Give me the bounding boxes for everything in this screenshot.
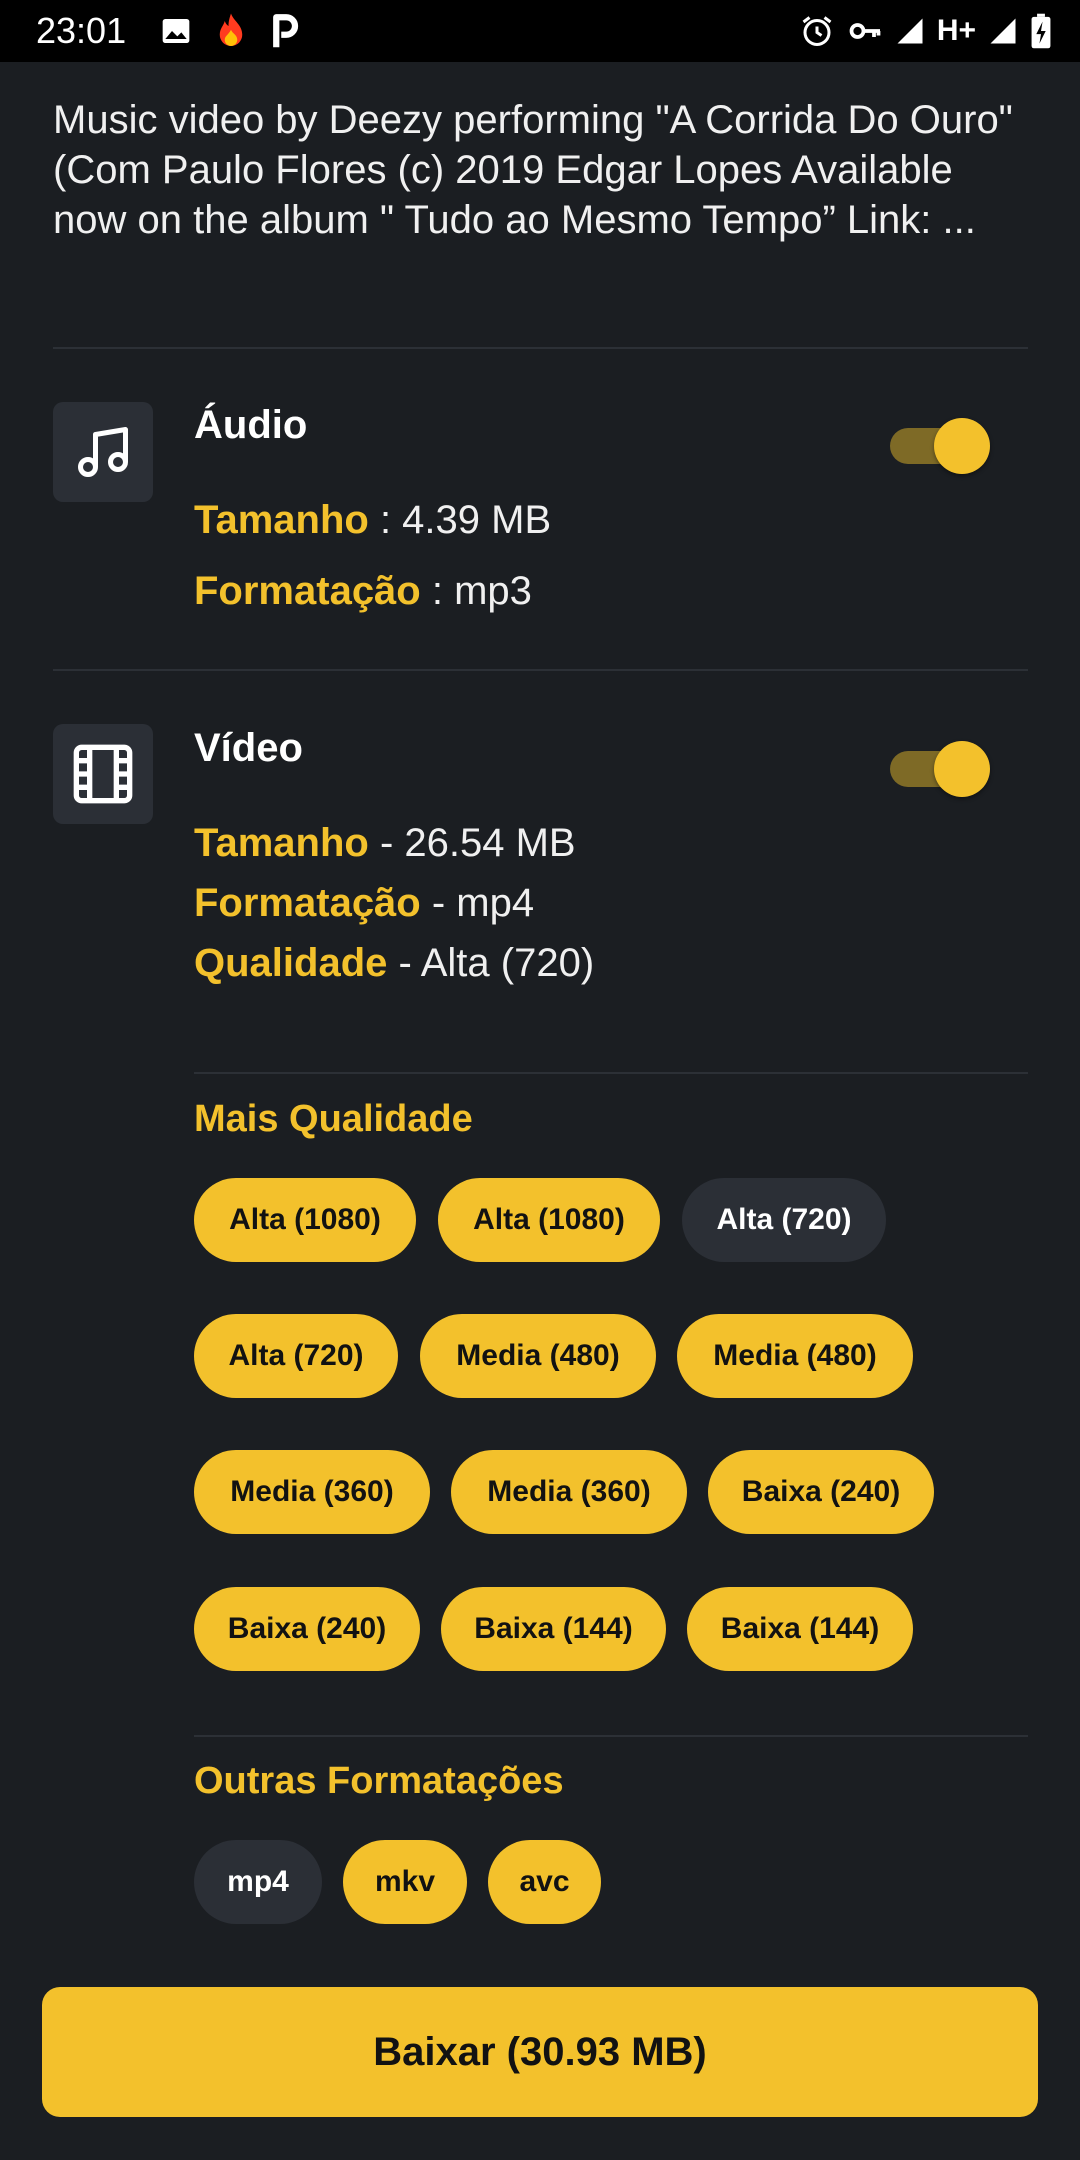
alarm-icon — [802, 16, 832, 46]
video-format-label: Formatação — [194, 881, 421, 925]
divider — [53, 347, 1028, 349]
image-icon — [162, 19, 190, 43]
toggle-knob — [934, 418, 990, 474]
audio-icon-box — [53, 402, 153, 502]
quality-chip[interactable]: Baixa (144) — [441, 1587, 666, 1671]
audio-format-label: Formatação — [194, 569, 421, 613]
format-chip[interactable]: avc — [488, 1840, 601, 1924]
quality-chip[interactable]: Alta (720) — [682, 1178, 886, 1262]
quality-chip[interactable]: Alta (1080) — [438, 1178, 660, 1262]
audio-size-value: : 4.39 MB — [368, 498, 552, 542]
fire-icon — [219, 13, 243, 46]
chip-label: avc — [519, 1865, 570, 1898]
audio-format-row: Formatação : mp3 — [194, 569, 532, 614]
video-toggle[interactable] — [890, 737, 990, 797]
video-title: Vídeo — [194, 726, 303, 770]
video-quality-value: - Alta (720) — [387, 941, 595, 985]
download-button[interactable]: Baixar (30.93 MB) — [42, 1987, 1038, 2117]
chip-label: Alta (720) — [228, 1339, 364, 1372]
quality-chip[interactable]: Media (480) — [677, 1314, 913, 1398]
quality-chip[interactable]: Alta (1080) — [194, 1178, 416, 1262]
chip-label: Alta (1080) — [229, 1203, 381, 1236]
video-description: Music video by Deezy performing "A Corri… — [53, 98, 1013, 242]
divider — [194, 1735, 1028, 1737]
quality-chip[interactable]: Baixa (240) — [708, 1450, 934, 1534]
audio-size-label: Tamanho — [194, 498, 369, 542]
chip-label: Media (480) — [456, 1339, 620, 1372]
quality-chip[interactable]: Alta (720) — [194, 1314, 398, 1398]
network-type-label: H+ — [936, 14, 976, 47]
chip-label: Baixa (240) — [227, 1612, 387, 1645]
battery-charging-icon — [1031, 13, 1051, 49]
chip-label: Baixa (144) — [720, 1612, 880, 1645]
audio-title: Áudio — [194, 403, 308, 447]
more-quality-heading: Mais Qualidade — [194, 1098, 473, 1140]
chip-label: Alta (1080) — [473, 1203, 625, 1236]
quality-chip[interactable]: Baixa (240) — [194, 1587, 420, 1671]
video-size-row: Tamanho - 26.54 MB — [194, 821, 576, 866]
quality-chip[interactable]: Baixa (144) — [687, 1587, 913, 1671]
chip-label: Media (360) — [230, 1475, 394, 1508]
chip-label: Baixa (240) — [741, 1475, 901, 1508]
other-formats-heading: Outras Formatações — [194, 1760, 564, 1802]
toggle-knob — [934, 741, 990, 797]
video-icon-box — [53, 724, 153, 824]
audio-toggle[interactable] — [890, 414, 990, 474]
chip-label: Baixa (144) — [474, 1612, 633, 1645]
video-size-value: - 26.54 MB — [368, 821, 576, 865]
status-time: 23:01 — [36, 10, 127, 51]
p-icon — [273, 14, 299, 48]
video-format-row: Formatação - mp4 — [194, 881, 534, 926]
chip-label: Alta (720) — [716, 1203, 852, 1236]
format-chip[interactable]: mkv — [343, 1840, 467, 1924]
film-icon — [73, 744, 133, 804]
signal-icon — [897, 18, 923, 44]
key-icon — [849, 23, 881, 39]
signal-icon — [990, 18, 1016, 44]
music-note-icon — [78, 427, 128, 477]
video-size-label: Tamanho — [194, 821, 369, 865]
format-chip[interactable]: mp4 — [194, 1840, 322, 1924]
chip-label: Media (480) — [713, 1339, 877, 1372]
video-quality-label: Qualidade — [194, 941, 388, 985]
chip-label: mp4 — [227, 1865, 289, 1898]
video-quality-row: Qualidade - Alta (720) — [194, 941, 594, 986]
quality-chip[interactable]: Media (480) — [420, 1314, 656, 1398]
quality-chip[interactable]: Media (360) — [451, 1450, 687, 1534]
chip-label: Media (360) — [487, 1475, 651, 1508]
quality-chip[interactable]: Media (360) — [194, 1450, 430, 1534]
audio-size-row: Tamanho : 4.39 MB — [194, 498, 551, 543]
audio-format-value: : mp3 — [420, 569, 532, 613]
status-bar: 23:01 H+ — [0, 0, 1080, 62]
video-format-value: - mp4 — [420, 881, 535, 925]
chip-label: mkv — [374, 1865, 436, 1898]
divider — [53, 669, 1028, 671]
divider — [194, 1072, 1028, 1074]
